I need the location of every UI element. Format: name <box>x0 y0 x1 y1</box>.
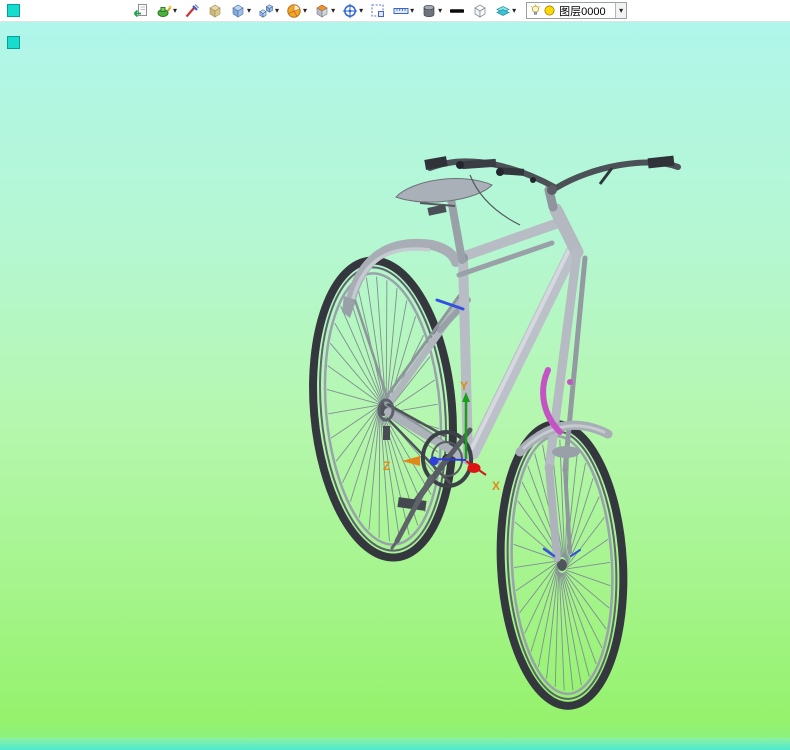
extrude-feature-icon[interactable]: ▾ <box>314 2 335 20</box>
triad-z-label: Z <box>383 459 390 473</box>
dropdown-arrow-icon[interactable]: ▾ <box>303 6 307 15</box>
solid-primitive-icon[interactable] <box>207 2 223 20</box>
chevron-down-icon[interactable]: ▾ <box>615 3 627 18</box>
dropdown-arrow-icon[interactable]: ▾ <box>247 6 251 15</box>
layer-color-icon[interactable] <box>543 4 556 17</box>
viewport-3d[interactable]: Y X Z <box>0 0 790 750</box>
open-document-icon[interactable] <box>133 2 149 20</box>
pattern-wheel-icon[interactable]: ▾ <box>286 2 307 20</box>
front-fork <box>515 247 613 562</box>
bicycle-model[interactable] <box>301 155 681 710</box>
toolbar-items: ▾ ▾ ▾ ▾ ▾ ▾ ▾ ▾ ▾ <box>133 2 516 20</box>
measure-ruler-icon[interactable]: ▾ <box>393 2 414 20</box>
dropdown-arrow-icon[interactable]: ▾ <box>410 6 414 15</box>
dropdown-arrow-icon[interactable]: ▾ <box>438 6 442 15</box>
line-width-icon[interactable] <box>449 2 465 20</box>
triad-x-label: X <box>492 479 500 493</box>
dropdown-arrow-icon[interactable]: ▾ <box>331 6 335 15</box>
front-wheel <box>496 420 628 710</box>
triad-origin-sphere <box>467 463 481 473</box>
layer-name: 图层0000 <box>559 5 606 18</box>
sketch-knife-icon[interactable] <box>184 2 200 20</box>
dropdown-arrow-icon[interactable]: ▾ <box>359 6 363 15</box>
wireframe-display-icon[interactable] <box>472 2 488 20</box>
main-toolbar: ▾ ▾ ▾ ▾ ▾ ▾ ▾ ▾ ▾ 图层0000 ▾ <box>0 0 790 22</box>
dock-grip-side[interactable] <box>7 36 20 49</box>
dropdown-arrow-icon[interactable]: ▾ <box>275 6 279 15</box>
display-layers-icon[interactable]: ▾ <box>495 2 516 20</box>
dropdown-arrow-icon[interactable]: ▾ <box>173 6 177 15</box>
feature-cube-icon[interactable]: ▾ <box>230 2 251 20</box>
appearance-cylinder-icon[interactable]: ▾ <box>421 2 442 20</box>
selection-box-icon[interactable] <box>370 2 386 20</box>
layer-visibility-bulb-icon[interactable] <box>529 4 542 17</box>
render-material-icon[interactable]: ▾ <box>156 2 177 20</box>
dropdown-arrow-icon[interactable]: ▾ <box>512 6 516 15</box>
datum-target-icon[interactable]: ▾ <box>342 2 363 20</box>
boolean-operations-icon[interactable]: ▾ <box>258 2 279 20</box>
layer-selector[interactable]: 图层0000 ▾ <box>526 2 628 19</box>
dock-grip-top[interactable] <box>7 4 20 17</box>
triad-y-label: Y <box>460 379 468 393</box>
